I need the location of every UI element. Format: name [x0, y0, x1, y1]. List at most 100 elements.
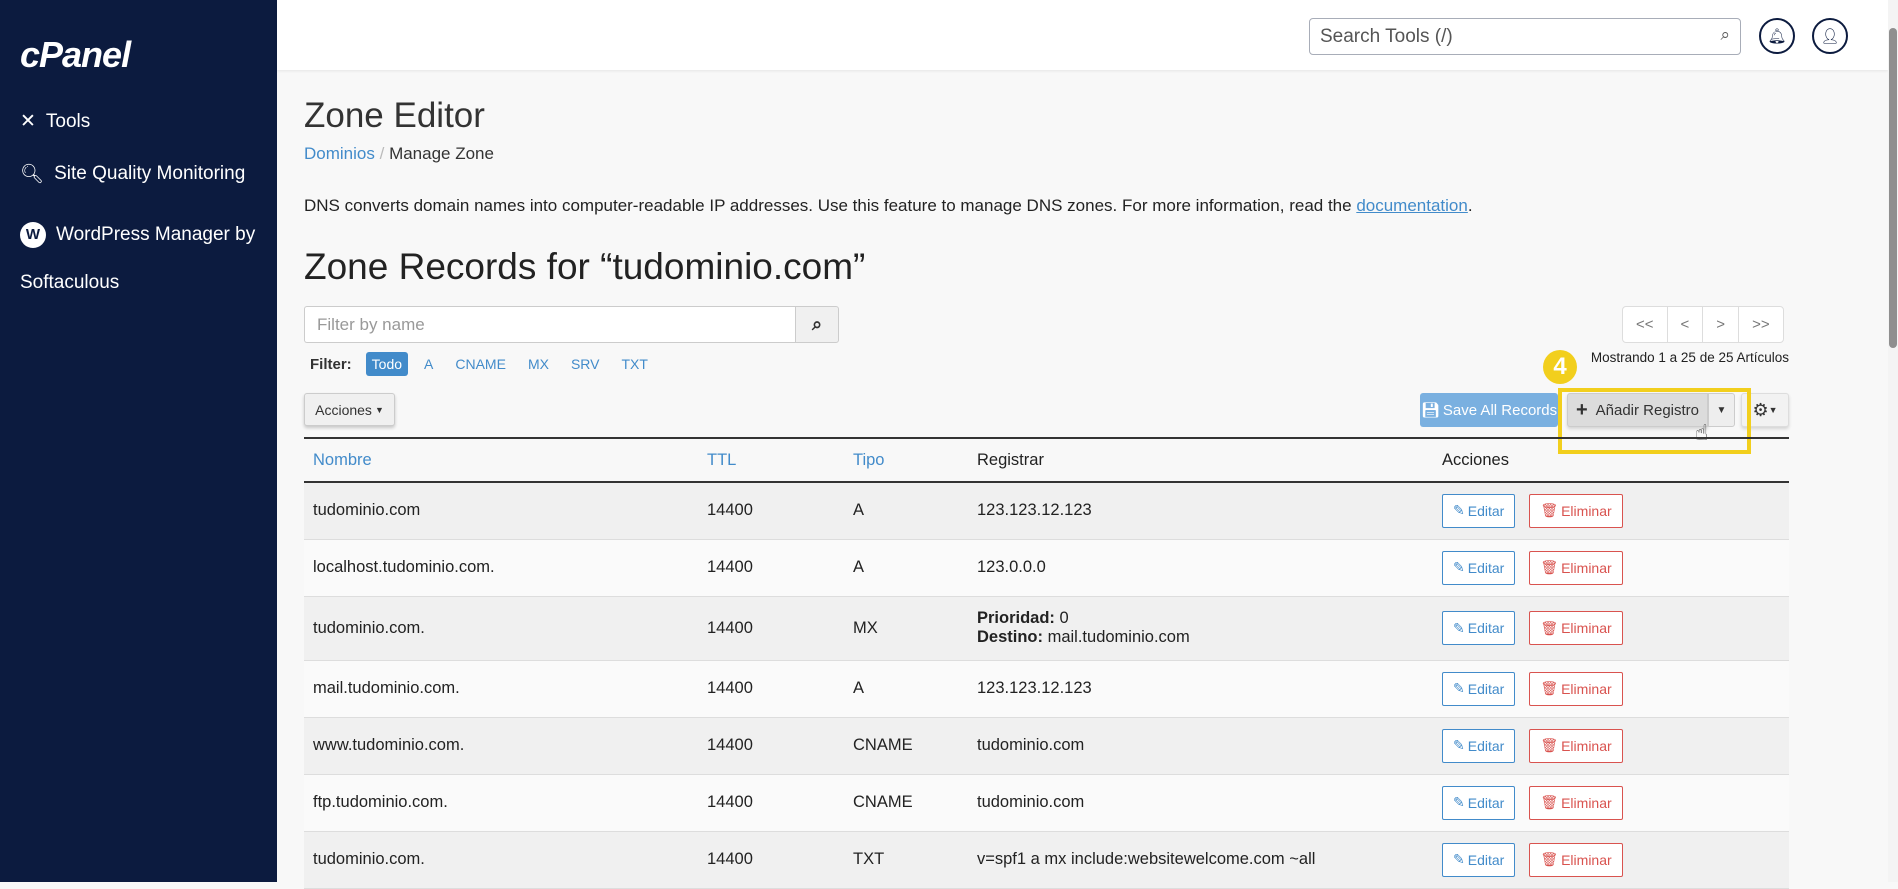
trash-icon: 🗑︎: [1540, 737, 1559, 753]
pencil-icon: ✎: [1453, 851, 1465, 867]
scrollbar-thumb[interactable]: [1889, 28, 1897, 348]
filter-txt[interactable]: TXT: [615, 352, 653, 376]
col-registrar: Registrar: [968, 437, 1433, 483]
next-page-button[interactable]: >: [1703, 307, 1740, 342]
sidebar-item-wordpress[interactable]: W WordPress Manager by Softaculous: [20, 216, 260, 302]
delete-button[interactable]: 🗑︎ Eliminar: [1529, 550, 1623, 585]
cell-type: A: [844, 482, 968, 540]
col-ttl[interactable]: TTL: [698, 437, 844, 483]
edit-button[interactable]: ✎ Editar: [1442, 842, 1516, 877]
zone-title: Zone Records for “tudominio.com”: [304, 246, 866, 287]
table-row: ftp.tudominio.com. 14400 CNAME tudominio…: [304, 774, 1789, 832]
sidebar-item-tools[interactable]: ✕ Tools: [20, 110, 90, 133]
filter-cname[interactable]: CNAME: [449, 352, 512, 376]
cell-ttl: 14400: [698, 596, 844, 661]
cell-ttl: 14400: [698, 539, 844, 597]
last-page-button[interactable]: >>: [1739, 307, 1783, 342]
cell-record: tudominio.com: [968, 774, 1433, 832]
cell-actions: ✎ Editar 🗑︎ Eliminar: [1433, 774, 1789, 832]
cell-name: tudominio.com.: [304, 596, 698, 661]
col-tipo[interactable]: Tipo: [844, 437, 968, 483]
edit-button[interactable]: ✎ Editar: [1442, 671, 1516, 706]
cell-actions: ✎ Editar 🗑︎ Eliminar: [1433, 717, 1789, 775]
cell-name: ftp.tudominio.com.: [304, 774, 698, 832]
search-icon: ⌕: [1720, 25, 1730, 44]
cell-type: A: [844, 660, 968, 718]
filter-todo[interactable]: Todo: [365, 352, 409, 376]
cell-ttl: 14400: [698, 831, 844, 889]
cell-actions: ✎ Editar 🗑︎ Eliminar: [1433, 482, 1789, 540]
delete-button[interactable]: 🗑︎ Eliminar: [1529, 842, 1623, 877]
sidebar: cPanel ✕ Tools 🔍︎ Site Quality Monitoring …: [0, 0, 277, 882]
user-icon: 👤︎: [1820, 28, 1840, 45]
first-page-button[interactable]: <<: [1623, 307, 1668, 342]
col-acciones: Acciones: [1433, 437, 1789, 483]
cell-record: Prioridad: 0 Destino: mail.tudominio.com: [968, 596, 1433, 661]
col-nombre[interactable]: Nombre: [304, 437, 698, 483]
save-all-records-button[interactable]: 💾︎ Save All Records: [1420, 393, 1558, 427]
cell-name: localhost.tudominio.com.: [304, 539, 698, 597]
notifications-button[interactable]: 🔔︎: [1759, 18, 1795, 54]
pencil-icon: ✎: [1453, 502, 1465, 519]
cell-ttl: 14400: [698, 774, 844, 832]
cell-record: 123.123.12.123: [968, 660, 1433, 718]
documentation-link[interactable]: documentation: [1356, 196, 1468, 215]
search-tools-input[interactable]: Search Tools (/) ⌕: [1309, 18, 1741, 55]
cpanel-logo[interactable]: cPanel: [20, 34, 131, 76]
cell-type: CNAME: [844, 717, 968, 775]
delete-button[interactable]: 🗑︎ Eliminar: [1529, 493, 1623, 528]
description: DNS converts domain names into computer-…: [304, 196, 1473, 215]
delete-button[interactable]: 🗑︎ Eliminar: [1529, 785, 1623, 820]
edit-button[interactable]: ✎ Editar: [1442, 728, 1516, 763]
edit-button[interactable]: ✎ Editar: [1442, 550, 1516, 585]
table-row: localhost.tudominio.com. 14400 A 123.0.0…: [304, 539, 1789, 597]
cell-name: www.tudominio.com.: [304, 717, 698, 775]
edit-button[interactable]: ✎ Editar: [1442, 611, 1516, 645]
filter-mx[interactable]: MX: [522, 352, 555, 376]
cell-actions: ✎ Editar 🗑︎ Eliminar: [1433, 660, 1789, 718]
cell-record: tudominio.com: [968, 717, 1433, 775]
cell-actions: ✎ Editar 🗑︎ Eliminar: [1433, 596, 1789, 661]
acciones-button[interactable]: Acciones ▼: [304, 393, 395, 426]
delete-button[interactable]: 🗑︎ Eliminar: [1529, 611, 1623, 645]
cell-ttl: 14400: [698, 660, 844, 718]
cell-actions: ✎ Editar 🗑︎ Eliminar: [1433, 539, 1789, 597]
delete-button[interactable]: 🗑︎ Eliminar: [1529, 671, 1623, 706]
table-row: www.tudominio.com. 14400 CNAME tudominio…: [304, 717, 1789, 775]
cell-type: TXT: [844, 831, 968, 889]
wordpress-icon: W: [20, 222, 46, 248]
cell-record: 123.123.12.123: [968, 482, 1433, 540]
user-menu-button[interactable]: 👤︎: [1812, 18, 1848, 54]
cell-type: MX: [844, 596, 968, 661]
filter-a[interactable]: A: [418, 352, 439, 376]
edit-button[interactable]: ✎ Editar: [1442, 493, 1516, 528]
cell-type: A: [844, 539, 968, 597]
tools-icon: ✕: [20, 111, 36, 132]
sidebar-item-site-quality[interactable]: 🔍︎ Site Quality Monitoring: [20, 162, 245, 186]
filter-search-button[interactable]: ⌕: [795, 306, 839, 343]
step-badge: 4: [1543, 350, 1577, 384]
cell-ttl: 14400: [698, 482, 844, 540]
pagination: << < > >>: [1622, 306, 1784, 343]
trash-icon: 🗑︎: [1540, 619, 1559, 636]
trash-icon: 🗑︎: [1540, 559, 1559, 575]
save-icon: 💾︎: [1420, 402, 1440, 419]
edit-button[interactable]: ✎ Editar: [1442, 785, 1516, 820]
trash-icon: 🗑︎: [1540, 502, 1559, 519]
pencil-icon: ✎: [1453, 619, 1465, 636]
breadcrumb-dominios[interactable]: Dominios: [304, 144, 375, 163]
filter-srv[interactable]: SRV: [565, 352, 606, 376]
gear-icon: ⚙: [1752, 399, 1769, 420]
filter-by-name-input[interactable]: Filter by name: [304, 306, 795, 343]
cell-actions: ✎ Editar 🗑︎ Eliminar: [1433, 831, 1789, 889]
cell-record: 123.0.0.0: [968, 539, 1433, 597]
cell-name: tudominio.com.: [304, 831, 698, 889]
pencil-icon: ✎: [1453, 559, 1465, 575]
prev-page-button[interactable]: <: [1668, 307, 1704, 342]
type-filter: Filter: Todo A CNAME MX SRV TXT: [310, 352, 664, 376]
page-title: Zone Editor: [304, 96, 485, 135]
delete-button[interactable]: 🗑︎ Eliminar: [1529, 728, 1623, 763]
showing-count: Mostrando 1 a 25 de 25 Artículos: [1590, 350, 1789, 365]
search-icon: ⌕: [811, 314, 823, 334]
cell-type: CNAME: [844, 774, 968, 832]
